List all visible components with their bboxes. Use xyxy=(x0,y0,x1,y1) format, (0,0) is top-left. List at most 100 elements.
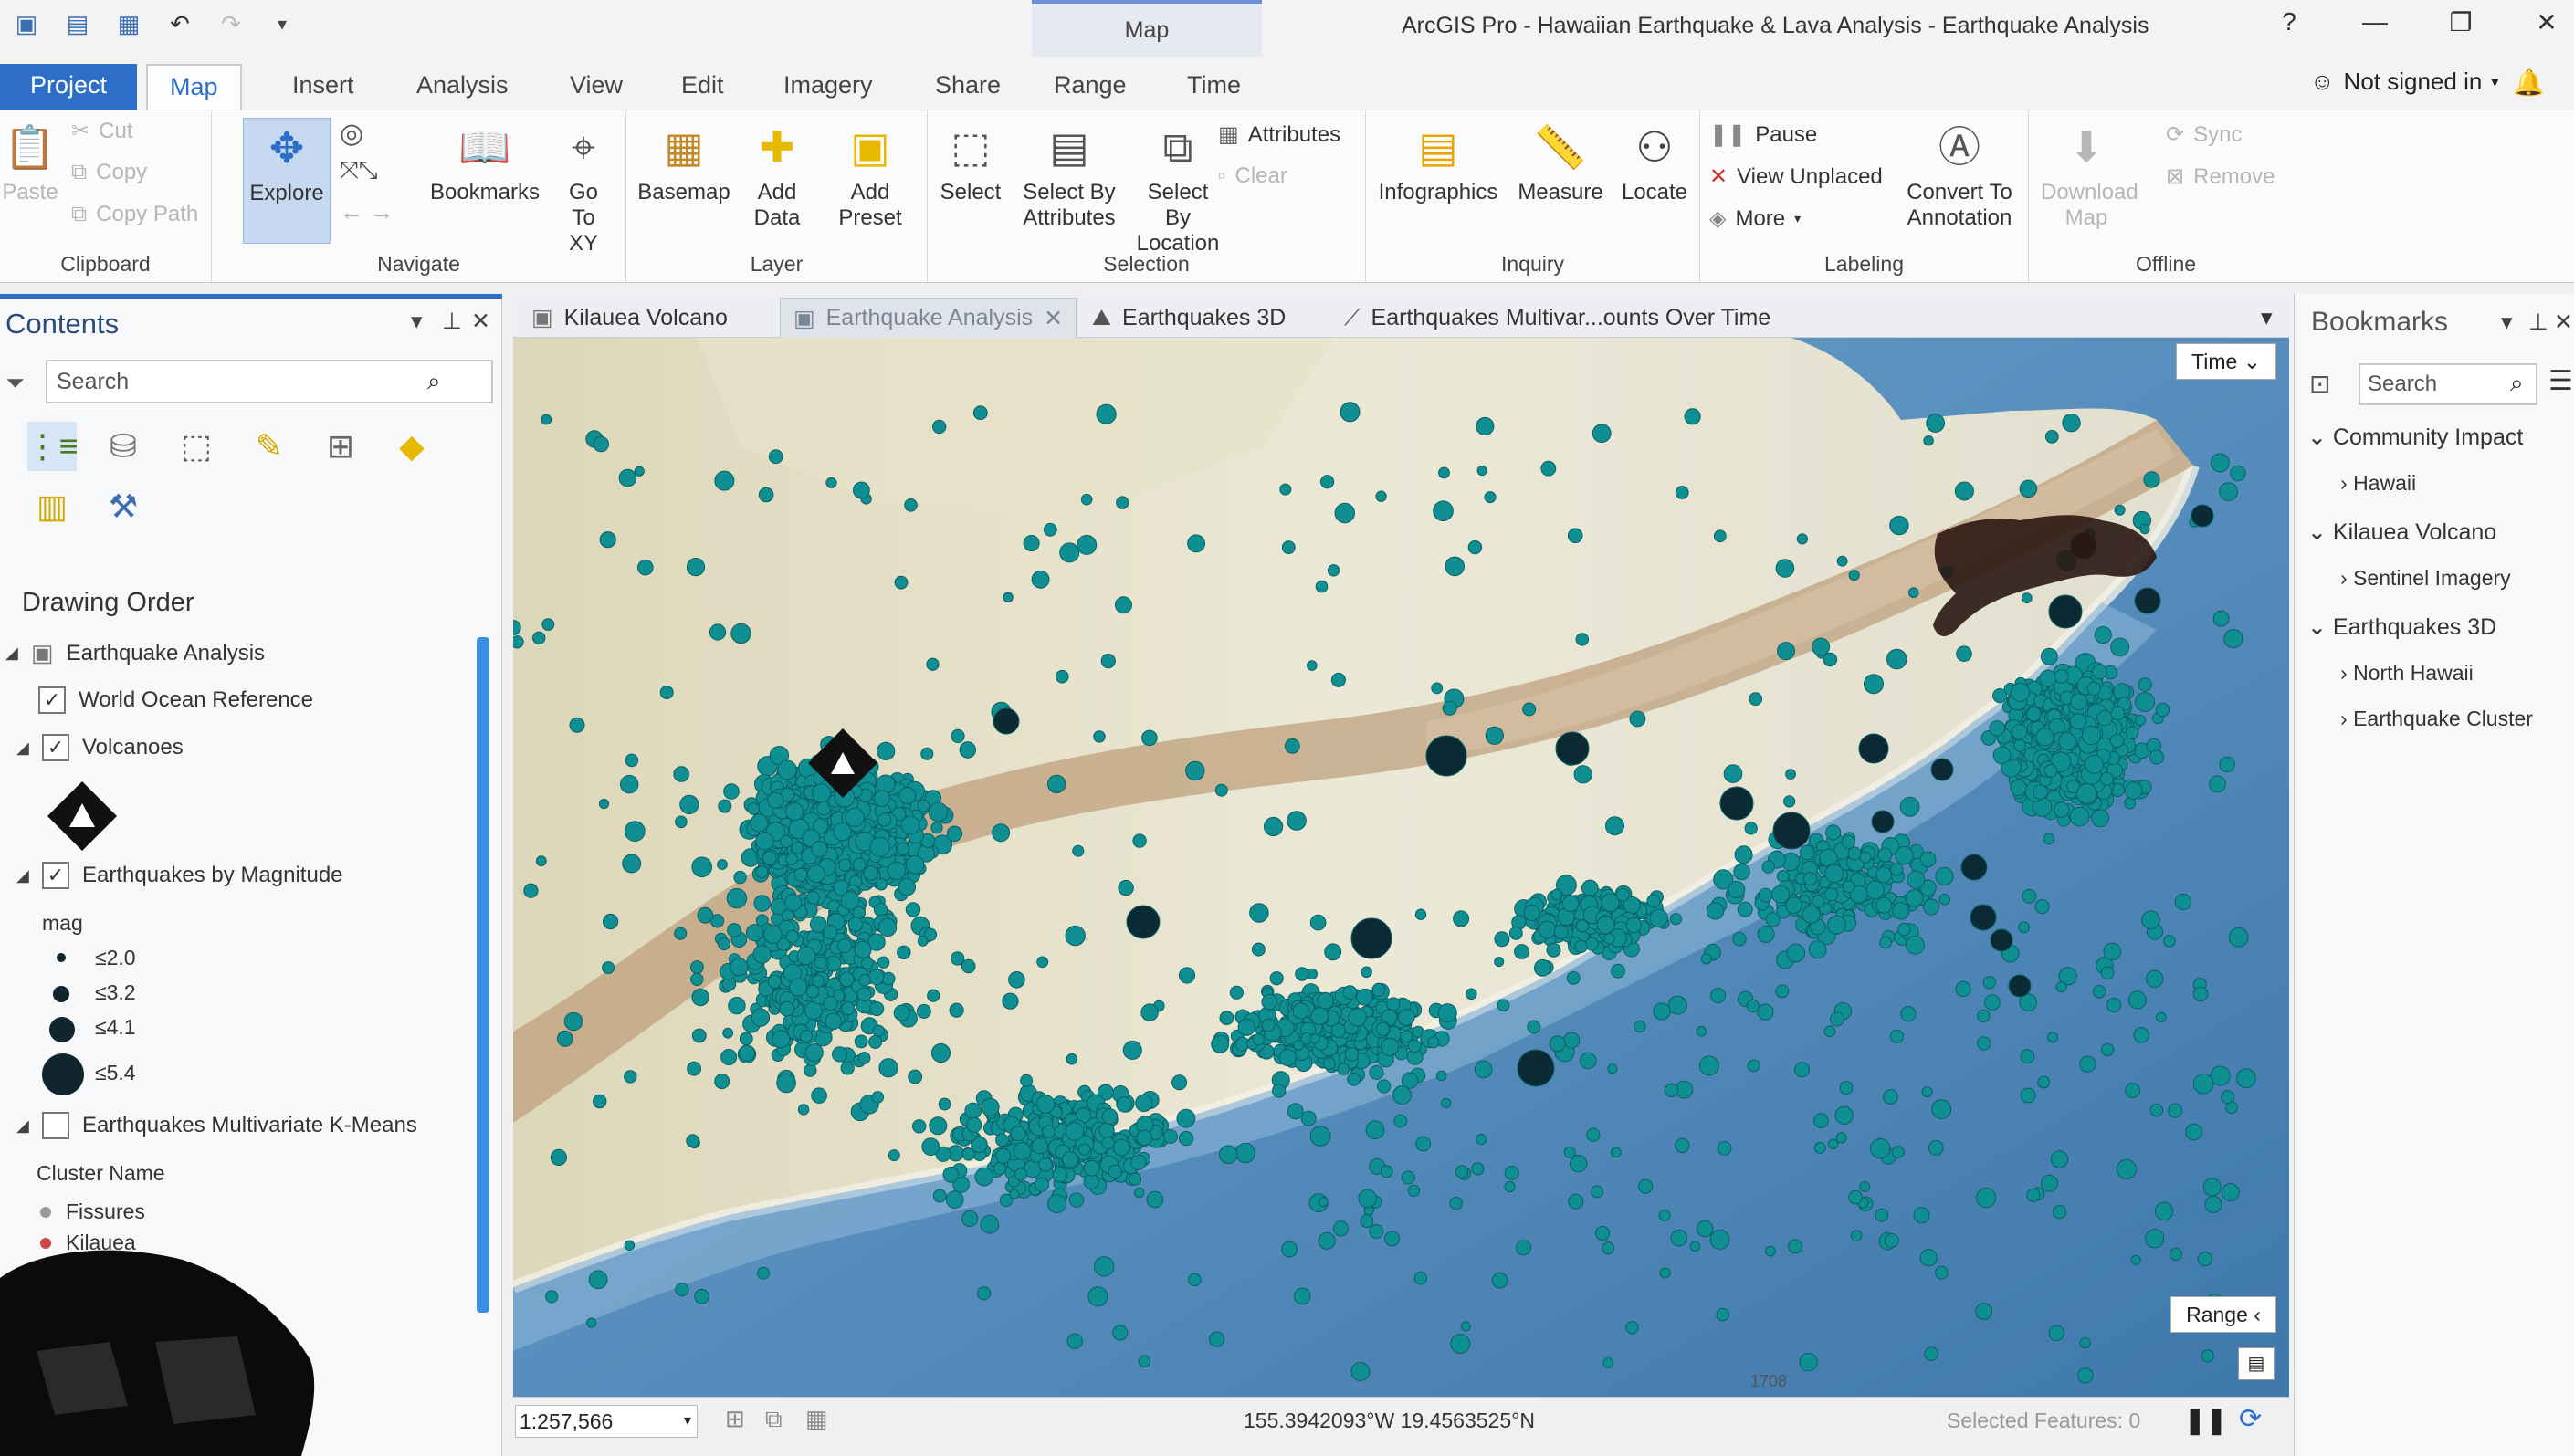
earthquake-point[interactable] xyxy=(1653,1002,1671,1021)
earthquake-point[interactable] xyxy=(541,618,555,632)
earthquake-point[interactable] xyxy=(1281,1241,1298,1258)
earthquake-point[interactable] xyxy=(634,466,645,477)
earthquake-point[interactable] xyxy=(513,635,524,649)
earthquake-point[interactable] xyxy=(1281,540,1296,555)
earthquake-point[interactable] xyxy=(854,940,872,958)
time-slider-toggle[interactable]: Time ⌄ xyxy=(2176,343,2276,380)
earthquake-point[interactable] xyxy=(739,1032,753,1046)
earthquake-point[interactable] xyxy=(730,958,749,977)
tab-kilauea-volcano[interactable]: ▣ Kilauea Volcano xyxy=(519,298,741,338)
earthquake-point[interactable] xyxy=(1401,1170,1415,1185)
fixed-zoom-icon[interactable]: ⤧⤡ xyxy=(340,156,378,185)
earthquake-point[interactable] xyxy=(1813,1113,1829,1128)
earthquake-point[interactable] xyxy=(556,1030,573,1047)
earthquake-point[interactable] xyxy=(1466,988,1477,1000)
earthquake-point[interactable] xyxy=(1713,529,1727,543)
layer-earthquakes-by-magnitude[interactable]: ◢ ✓ Earthquakes by Magnitude xyxy=(16,862,343,889)
earthquake-point[interactable] xyxy=(2043,764,2058,778)
earthquake-point[interactable] xyxy=(739,1044,756,1062)
earthquake-point[interactable] xyxy=(1284,738,1300,754)
earthquake-point[interactable] xyxy=(2155,702,2170,718)
earthquake-point[interactable] xyxy=(1356,989,1373,1006)
earthquake-point[interactable] xyxy=(1566,971,1581,985)
earthquake-point[interactable] xyxy=(714,470,735,491)
earthquake-point[interactable] xyxy=(1907,870,1926,889)
earthquake-point[interactable] xyxy=(1056,669,1069,684)
earthquake-point[interactable] xyxy=(793,867,808,883)
earthquake-point[interactable] xyxy=(872,1024,885,1037)
earthquake-point[interactable] xyxy=(1386,997,1401,1011)
earthquake-point[interactable] xyxy=(838,858,852,872)
earthquake-point[interactable] xyxy=(1369,1224,1384,1239)
earthquake-point[interactable] xyxy=(1108,1164,1122,1179)
earthquake-point[interactable] xyxy=(1826,915,1846,935)
earthquake-point[interactable] xyxy=(1625,917,1643,934)
earthquake-point[interactable] xyxy=(1875,896,1893,914)
earthquake-point[interactable] xyxy=(1059,542,1080,563)
snapping-icon[interactable]: ⧉ xyxy=(765,1405,783,1434)
earthquake-point[interactable] xyxy=(1407,1039,1422,1053)
menu-icon[interactable]: ☰ xyxy=(2548,365,2573,397)
earthquake-point[interactable] xyxy=(586,1317,597,1328)
earthquake-point[interactable] xyxy=(2055,981,2067,993)
earthquake-point[interactable] xyxy=(2058,732,2076,750)
earthquake-point[interactable] xyxy=(1977,1036,1991,1051)
earthquake-point[interactable] xyxy=(1555,731,1590,766)
earthquake-point[interactable] xyxy=(1546,942,1561,958)
earthquake-point[interactable] xyxy=(932,419,947,435)
contents-scrollbar[interactable] xyxy=(477,637,489,1313)
earthquake-point[interactable] xyxy=(1080,493,1093,506)
grid-icon[interactable]: ⊞ xyxy=(725,1405,745,1433)
earthquake-point[interactable] xyxy=(1178,967,1196,984)
earthquake-point[interactable] xyxy=(1494,957,1505,968)
earthquake-point[interactable] xyxy=(2092,985,2106,999)
earthquake-point[interactable] xyxy=(2096,709,2113,727)
earthquake-point[interactable] xyxy=(785,929,799,944)
earthquake-point[interactable] xyxy=(1047,1194,1066,1214)
earthquake-point[interactable] xyxy=(1066,1333,1083,1349)
help-button[interactable]: ? xyxy=(2271,7,2307,37)
earthquake-point[interactable] xyxy=(1272,1084,1287,1098)
earthquake-point[interactable] xyxy=(1889,863,1904,876)
earthquake-point[interactable] xyxy=(1602,1357,1614,1368)
earthquake-point[interactable] xyxy=(2062,414,2081,433)
earthquake-point[interactable] xyxy=(1955,980,1971,997)
earthquake-point[interactable] xyxy=(2134,715,2147,727)
earthquake-point[interactable] xyxy=(2133,1027,2150,1043)
earthquake-point[interactable] xyxy=(1574,939,1588,954)
earthquake-point[interactable] xyxy=(2020,1049,2035,1064)
earthquake-point[interactable] xyxy=(1895,846,1914,865)
earthquake-point[interactable] xyxy=(717,937,731,951)
earthquake-point[interactable] xyxy=(854,1034,868,1049)
copy-button[interactable]: ⧉ Copy xyxy=(71,160,147,185)
earthquake-point[interactable] xyxy=(1101,1108,1119,1125)
earthquake-point[interactable] xyxy=(1603,933,1615,945)
earthquake-point[interactable] xyxy=(1295,967,1309,981)
earthquake-point[interactable] xyxy=(569,717,585,733)
earthquake-point[interactable] xyxy=(768,449,783,465)
earthquake-point[interactable] xyxy=(1538,920,1557,939)
earthquake-point[interactable] xyxy=(791,842,804,854)
earthquake-point[interactable] xyxy=(2106,997,2122,1013)
earthquake-point[interactable] xyxy=(675,1283,689,1297)
earthquake-point[interactable] xyxy=(946,825,963,842)
earthquake-point[interactable] xyxy=(1453,910,1470,927)
earthquake-point[interactable] xyxy=(1664,1083,1679,1097)
bookmarks-button[interactable]: 📖 Bookmarks xyxy=(427,118,542,205)
earthquake-point[interactable] xyxy=(690,972,704,986)
contents-search-input[interactable]: Search xyxy=(46,360,493,403)
tab-imagery[interactable]: Imagery xyxy=(762,64,895,110)
earthquake-point[interactable] xyxy=(1765,912,1781,927)
earthquake-point[interactable] xyxy=(961,1147,975,1161)
earthquake-point[interactable] xyxy=(1813,1142,1826,1154)
earthquake-point[interactable] xyxy=(1960,854,1988,881)
earthquake-point[interactable] xyxy=(938,1097,951,1111)
earthquake-point[interactable] xyxy=(1062,1151,1079,1168)
earthquake-point[interactable] xyxy=(1377,1079,1392,1094)
earthquake-point[interactable] xyxy=(1796,533,1809,545)
earthquake-point[interactable] xyxy=(745,924,764,942)
earthquake-point[interactable] xyxy=(1425,735,1467,777)
earthquake-point[interactable] xyxy=(920,747,934,760)
earthquake-point[interactable] xyxy=(1115,596,1132,614)
earthquake-point[interactable] xyxy=(2124,781,2143,800)
